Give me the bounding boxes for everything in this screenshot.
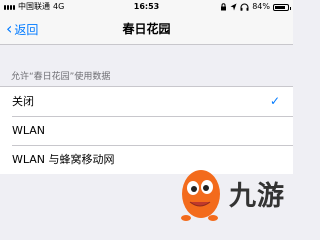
battery-level (275, 5, 286, 9)
status-right: 84% (220, 0, 291, 14)
option-off[interactable]: 关闭 ✓ (0, 87, 293, 116)
section-header: 允许“春日花园”使用数据 (11, 72, 111, 82)
option-label: WLAN 与蜂窝移动网 (12, 153, 115, 166)
lock-rotation-icon (221, 3, 227, 11)
headphones-icon (240, 3, 249, 11)
status-bar: 中国联通 4G 16:53 84% (0, 0, 293, 14)
battery-icon (273, 3, 291, 11)
option-wlan[interactable]: WLAN (0, 116, 293, 145)
option-label: WLAN (12, 124, 46, 137)
checkmark-icon: ✓ (269, 94, 280, 108)
location-icon (230, 3, 237, 11)
option-label: 关闭 (12, 95, 34, 108)
navigation-bar: ‹ 返回 春日花园 (0, 14, 293, 45)
battery-percent: 84% (252, 2, 270, 11)
page-title: 春日花园 (122, 22, 171, 36)
watermark-text: 九游 (229, 181, 285, 212)
